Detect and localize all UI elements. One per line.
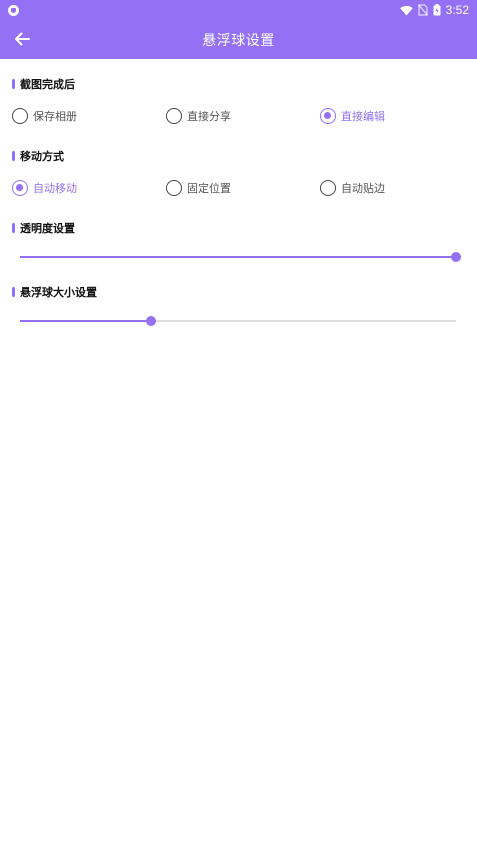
section-title-text: 截图完成后 — [20, 78, 75, 91]
radio-circle — [320, 180, 336, 196]
radio-group-after-screenshot: 保存相册 直接分享 直接编辑 — [0, 108, 477, 128]
radio-label: 固定位置 — [187, 182, 231, 195]
radio-circle — [166, 180, 182, 196]
radio-circle — [12, 180, 28, 196]
section-marker — [12, 223, 15, 233]
section-marker — [12, 79, 15, 89]
back-button[interactable] — [10, 27, 34, 51]
battery-charging-icon — [433, 4, 441, 16]
app-bar: 悬浮球设置 — [0, 20, 477, 59]
radio-label: 自动移动 — [33, 182, 77, 195]
radio-save-album[interactable]: 保存相册 — [12, 108, 77, 124]
slider-thumb[interactable] — [145, 316, 156, 326]
wifi-icon — [399, 5, 413, 15]
section-title-text: 移动方式 — [20, 150, 64, 163]
section-marker — [12, 287, 15, 297]
radio-fixed-position[interactable]: 固定位置 — [166, 180, 231, 196]
section-title-ball-size: 悬浮球大小设置 — [12, 284, 97, 300]
radio-label: 直接分享 — [187, 110, 231, 123]
section-title-move-mode: 移动方式 — [12, 148, 64, 164]
radio-auto-snap-edge[interactable]: 自动贴边 — [320, 180, 385, 196]
section-marker — [12, 151, 15, 161]
radio-group-move-mode: 自动移动 固定位置 自动贴边 — [0, 180, 477, 200]
no-sim-icon — [417, 4, 428, 16]
radio-share-direct[interactable]: 直接分享 — [166, 108, 231, 124]
section-title-text: 悬浮球大小设置 — [20, 286, 97, 299]
ball-size-slider[interactable] — [20, 313, 456, 329]
slider-fill — [20, 256, 456, 258]
section-title-text: 透明度设置 — [20, 222, 75, 235]
radio-label: 保存相册 — [33, 110, 77, 123]
transparency-slider[interactable] — [20, 249, 461, 265]
arrow-left-icon — [15, 32, 30, 46]
section-title-transparency: 透明度设置 — [12, 220, 75, 236]
page-title: 悬浮球设置 — [202, 32, 275, 49]
section-title-after-screenshot: 截图完成后 — [12, 76, 75, 92]
radio-auto-move[interactable]: 自动移动 — [12, 180, 77, 196]
radio-label: 自动贴边 — [341, 182, 385, 195]
radio-edit-direct[interactable]: 直接编辑 — [320, 108, 385, 124]
radio-label: 直接编辑 — [341, 110, 385, 123]
radio-circle — [166, 108, 182, 124]
radio-circle — [12, 108, 28, 124]
slider-fill — [20, 320, 151, 322]
status-time: 3:52 — [445, 3, 469, 17]
shield-icon — [8, 4, 19, 16]
slider-thumb[interactable] — [451, 252, 461, 262]
top-bar: 3:52 悬浮球设置 — [0, 0, 477, 59]
status-bar: 3:52 — [0, 0, 477, 20]
radio-circle — [320, 108, 336, 124]
